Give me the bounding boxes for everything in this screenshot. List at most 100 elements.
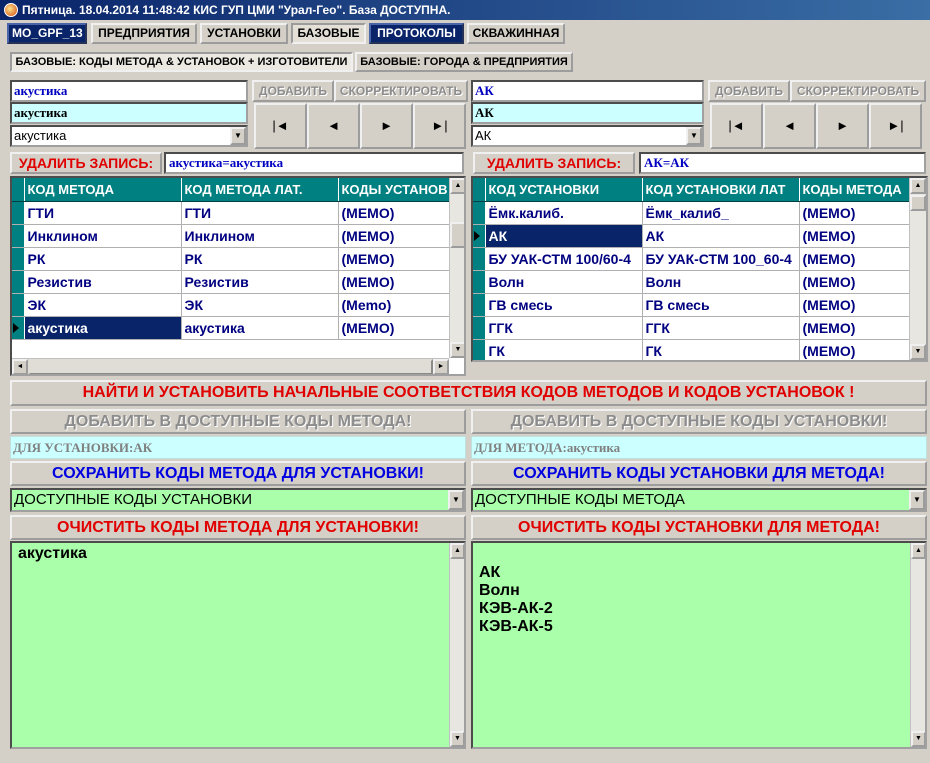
edit-install-button[interactable]: СКОРРЕКТИРОВАТЬ	[790, 80, 926, 102]
table-cell[interactable]: ГВ смесь	[485, 293, 643, 317]
table-cell[interactable]: ЭК	[24, 293, 182, 317]
scroll-down-icon[interactable]: ▼	[911, 731, 925, 747]
subtab-codes[interactable]: БАЗОВЫЕ: КОДЫ МЕТОДА & УСТАНОВОК + ИЗГОТ…	[10, 52, 353, 72]
dropdown-arrow-icon[interactable]: ▼	[909, 490, 925, 510]
save-method-codes-button[interactable]: СОХРАНИТЬ КОДЫ МЕТОДА ДЛЯ УСТАНОВКИ!	[10, 461, 466, 486]
scroll-right-icon[interactable]: ►	[433, 359, 449, 374]
install-codes-memo[interactable]: АК Волн КЭВ-АК-2 КЭВ-АК-5 ▲ ▼	[471, 541, 927, 749]
table-cell[interactable]: ГВ смесь	[642, 293, 800, 317]
vertical-scrollbar[interactable]: ▲ ▼	[449, 543, 464, 747]
table-row[interactable]: Резистив Резистив (МЕМО)	[12, 270, 450, 294]
horizontal-scrollbar[interactable]: ◄ ►	[12, 358, 449, 374]
table-cell[interactable]: ГК	[642, 339, 800, 360]
tab-skvazhinnaya[interactable]: СКВАЖИННАЯ	[467, 23, 565, 44]
nav-last-button[interactable]: ►|	[413, 103, 466, 149]
table-cell[interactable]: ГТИ	[24, 201, 182, 225]
edit-method-button[interactable]: СКОРРЕКТИРОВАТЬ	[334, 80, 468, 102]
scroll-up-icon[interactable]: ▲	[910, 178, 926, 194]
table-cell[interactable]: (МЕМО)	[338, 247, 450, 271]
table-row-current[interactable]: акустика акустика (МЕМО)	[12, 316, 450, 340]
install-code-lat-field[interactable]: АК	[471, 102, 704, 124]
table-cell[interactable]: (МЕМО)	[799, 339, 910, 360]
table-cell[interactable]: Волн	[642, 270, 800, 294]
table-cell[interactable]: ГГК	[485, 316, 643, 340]
delete-record-button[interactable]: УДАЛИТЬ ЗАПИСЬ:	[10, 152, 162, 174]
table-cell[interactable]: акустика	[181, 316, 339, 340]
column-header[interactable]: КОД МЕТОДА	[24, 178, 182, 202]
vertical-scrollbar[interactable]: ▲ ▼	[449, 178, 464, 358]
scroll-up-icon[interactable]: ▲	[911, 543, 925, 559]
scroll-down-icon[interactable]: ▼	[450, 731, 464, 747]
tab-predpriyatiya[interactable]: ПРЕДПРИЯТИЯ	[91, 23, 197, 44]
scroll-up-icon[interactable]: ▲	[450, 178, 464, 194]
table-cell[interactable]: Инклином	[24, 224, 182, 248]
table-cell[interactable]: ГТИ	[181, 201, 339, 225]
column-header[interactable]: КОД УСТАНОВКИ	[485, 178, 643, 202]
subtab-cities[interactable]: БАЗОВЫЕ: ГОРОДА & ПРЕДПРИЯТИЯ	[355, 52, 573, 72]
table-cell[interactable]: (МЕМО)	[799, 293, 910, 317]
table-cell[interactable]: (Memo)	[338, 293, 450, 317]
vertical-scrollbar[interactable]: ▲ ▼	[910, 543, 925, 747]
clear-method-codes-button[interactable]: ОЧИСТИТЬ КОДЫ МЕТОДА ДЛЯ УСТАНОВКИ!	[10, 515, 466, 540]
table-row[interactable]: Инклином Инклином (МЕМО)	[12, 224, 450, 248]
add-to-available-install-codes-button[interactable]: ДОБАВИТЬ В ДОСТУПНЫЕ КОДЫ УСТАНОВКИ!	[471, 409, 927, 434]
table-row[interactable]: ГТИ ГТИ (МЕМО)	[12, 201, 450, 225]
table-row[interactable]: Ёмк.калиб. Ёмк_калиб_ (МЕМО)	[473, 201, 910, 225]
nav-prev-button[interactable]: ◄	[307, 103, 360, 149]
table-cell[interactable]: Ёмк.калиб.	[485, 201, 643, 225]
nav-next-button[interactable]: ►	[360, 103, 413, 149]
install-code-combo[interactable]: АК ▼	[471, 125, 704, 147]
table-cell[interactable]: АК	[485, 224, 643, 248]
table-row[interactable]: ГВ смесь ГВ смесь (МЕМО)	[473, 293, 910, 317]
table-cell[interactable]: ГГК	[642, 316, 800, 340]
table-cell[interactable]: БУ УАК-СТМ 100/60-4	[485, 247, 643, 271]
column-header[interactable]: КОДЫ МЕТОДА	[799, 178, 910, 202]
add-to-available-method-codes-button[interactable]: ДОБАВИТЬ В ДОСТУПНЫЕ КОДЫ МЕТОДА!	[10, 409, 466, 434]
add-method-button[interactable]: ДОБАВИТЬ	[252, 80, 334, 102]
column-header[interactable]: КОД МЕТОДА ЛАТ.	[181, 178, 339, 202]
table-cell[interactable]: акустика	[24, 316, 182, 340]
find-and-set-correspondences-button[interactable]: НАЙТИ И УСТАНОВИТЬ НАЧАЛЬНЫЕ СООТВЕТСТВИ…	[10, 380, 927, 406]
table-cell[interactable]: РК	[24, 247, 182, 271]
table-row[interactable]: ГГК ГГК (МЕМО)	[473, 316, 910, 340]
table-cell[interactable]: (МЕМО)	[799, 247, 910, 271]
save-install-codes-button[interactable]: СОХРАНИТЬ КОДЫ УСТАНОВКИ ДЛЯ МЕТОДА!	[471, 461, 927, 486]
table-row[interactable]: Волн Волн (МЕМО)	[473, 270, 910, 294]
add-install-button[interactable]: ДОБАВИТЬ	[708, 80, 790, 102]
scroll-down-icon[interactable]: ▼	[910, 344, 926, 360]
nav-last-button[interactable]: ►|	[869, 103, 922, 149]
nav-first-button[interactable]: |◄	[254, 103, 307, 149]
table-cell[interactable]: (МЕМО)	[799, 270, 910, 294]
install-code-field[interactable]: АК	[471, 80, 704, 102]
method-code-field[interactable]: акустика	[10, 80, 248, 102]
method-codes-grid[interactable]: КОД МЕТОДА КОД МЕТОДА ЛАТ. КОДЫ УСТАНОВ …	[10, 176, 466, 376]
available-install-codes-combo[interactable]: ДОСТУПНЫЕ КОДЫ УСТАНОВКИ ▼	[10, 488, 466, 512]
table-row-current[interactable]: АК АК (МЕМО)	[473, 224, 910, 248]
table-cell[interactable]: РК	[181, 247, 339, 271]
table-cell[interactable]: Резистив	[24, 270, 182, 294]
table-cell[interactable]: Инклином	[181, 224, 339, 248]
nav-first-button[interactable]: |◄	[710, 103, 763, 149]
table-cell[interactable]: ГК	[485, 339, 643, 360]
table-cell[interactable]: ЭК	[181, 293, 339, 317]
scroll-left-icon[interactable]: ◄	[12, 359, 28, 374]
dropdown-arrow-icon[interactable]: ▼	[448, 490, 464, 510]
table-row[interactable]: ГК ГК (МЕМО)	[473, 339, 910, 360]
tab-ustanovki[interactable]: УСТАНОВКИ	[200, 23, 288, 44]
table-cell[interactable]: (МЕМО)	[338, 224, 450, 248]
table-row[interactable]: РК РК (МЕМО)	[12, 247, 450, 271]
install-codes-grid[interactable]: КОД УСТАНОВКИ КОД УСТАНОВКИ ЛАТ КОДЫ МЕТ…	[471, 176, 928, 362]
delete-record-button[interactable]: УДАЛИТЬ ЗАПИСЬ:	[473, 152, 635, 174]
table-cell[interactable]: (МЕМО)	[338, 316, 450, 340]
nav-next-button[interactable]: ►	[816, 103, 869, 149]
tab-bazovye[interactable]: БАЗОВЫЕ	[291, 23, 366, 44]
scroll-thumb[interactable]	[910, 195, 926, 211]
clear-install-codes-button[interactable]: ОЧИСТИТЬ КОДЫ УСТАНОВКИ ДЛЯ МЕТОДА!	[471, 515, 927, 540]
method-code-combo[interactable]: акустика ▼	[10, 125, 248, 147]
table-cell[interactable]: (МЕМО)	[799, 224, 910, 248]
scroll-up-icon[interactable]: ▲	[450, 543, 464, 559]
scroll-down-icon[interactable]: ▼	[450, 342, 464, 358]
table-cell[interactable]: Ёмк_калиб_	[642, 201, 800, 225]
scroll-track[interactable]	[28, 359, 433, 374]
scroll-thumb[interactable]	[450, 222, 464, 248]
